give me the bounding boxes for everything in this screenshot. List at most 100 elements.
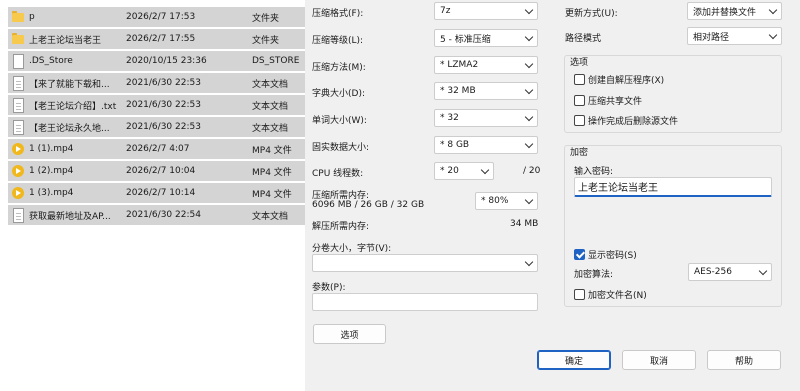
file-name: 获取最新地址及AP... (29, 211, 111, 222)
file-date: 2021/6/30 22:53 (126, 122, 201, 132)
format-value: 7z (440, 6, 451, 16)
method-value: * LZMA2 (440, 60, 479, 70)
word-label: 单词大小(W): (312, 116, 367, 126)
add-to-archive-dialog: 压缩格式(F): 7z 压缩等级(L): 5 - 标准压缩 压缩方法(M): *… (305, 0, 800, 391)
mem-comp-select[interactable]: * 80% (475, 192, 538, 210)
chevron-down-icon (524, 257, 534, 267)
password-input[interactable]: 上老王论坛当老王 (574, 177, 772, 197)
file-date: 2026/2/7 17:55 (126, 34, 196, 44)
mp4-icon (11, 164, 25, 178)
encryption-group-title: 加密 (570, 148, 589, 158)
file-date: 2020/10/15 23:36 (126, 56, 207, 66)
file-name: 1 (2).mp4 (29, 166, 74, 176)
file-row[interactable]: 1 (2).mp4 2026/2/7 10:04 MP4 文件 (8, 161, 305, 181)
path-select[interactable]: 相对路径 (687, 27, 782, 45)
file-type: 文件夹 (252, 35, 280, 46)
method-select[interactable]: * LZMA2 (434, 56, 538, 74)
file-type: 文本文档 (252, 123, 289, 134)
file-type: 文本文档 (252, 211, 289, 222)
volume-select[interactable] (312, 254, 538, 272)
options-group-title: 选项 (570, 58, 589, 68)
chevron-down-icon (524, 195, 534, 205)
algo-label: 加密算法: (574, 270, 614, 280)
file-name: 【老王论坛介绍】.txt (29, 101, 117, 112)
show-password-checkbox[interactable]: 显示密码(S) (574, 248, 637, 261)
file-type: MP4 文件 (252, 167, 292, 178)
chevron-down-icon (524, 59, 534, 69)
level-label: 压缩等级(L): (312, 36, 364, 46)
file-name: 【老王论坛永久地... (29, 123, 110, 134)
mem-comp-value: * 80% (481, 196, 509, 206)
file-type: 文本文档 (252, 79, 289, 90)
word-value: * 32 (440, 113, 459, 123)
file-row[interactable]: 上老王论坛当老王 2026/2/7 17:55 文件夹 (8, 29, 305, 49)
file-date: 2021/6/30 22:53 (126, 100, 201, 110)
mem-decomp-value: 34 MB (510, 219, 539, 229)
file-type: MP4 文件 (252, 189, 292, 200)
format-select[interactable]: 7z (434, 2, 538, 20)
file-row[interactable]: 【老王论坛永久地... 2021/6/30 22:53 文本文档 (8, 117, 305, 137)
chevron-down-icon (524, 5, 534, 15)
file-row[interactable]: 【老王论坛介绍】.txt 2021/6/30 22:53 文本文档 (8, 95, 305, 115)
cpu-value: * 20 (440, 166, 459, 176)
path-label: 路径模式 (565, 34, 602, 44)
file-row[interactable]: 获取最新地址及AP... 2021/6/30 22:54 文本文档 (8, 205, 305, 225)
solid-select[interactable]: * 8 GB (434, 136, 538, 154)
sfx-label: 创建自解压程序(X) (588, 76, 665, 86)
encrypt-names-checkbox[interactable]: 加密文件名(N) (574, 288, 647, 301)
checkbox-icon (574, 289, 585, 300)
file-row[interactable]: 1 (3).mp4 2026/2/7 10:14 MP4 文件 (8, 183, 305, 203)
update-select[interactable]: 添加并替换文件 (687, 2, 782, 20)
cpu-max: / 20 (523, 166, 541, 176)
algo-select[interactable]: AES-256 (688, 263, 772, 281)
file-row[interactable]: 1 (1).mp4 2026/2/7 4:07 MP4 文件 (8, 139, 305, 159)
cpu-select[interactable]: * 20 (434, 162, 494, 180)
file-row[interactable]: .DS_Store 2020/10/15 23:36 DS_STORE (8, 51, 305, 71)
sfx-checkbox[interactable]: 创建自解压程序(X) (574, 73, 664, 86)
dict-value: * 32 MB (440, 86, 476, 96)
chevron-down-icon (524, 32, 534, 42)
chevron-down-icon (524, 112, 534, 122)
cpu-label: CPU 线程数: (312, 169, 364, 179)
params-input[interactable] (312, 293, 538, 311)
file-type: 文本文档 (252, 101, 289, 112)
shared-label: 压缩共享文件 (588, 97, 643, 107)
file-name: 上老王论坛当老王 (29, 35, 102, 46)
file-list: p 2026/2/7 17:53 文件夹 上老王论坛当老王 2026/2/7 1… (0, 0, 305, 391)
format-label: 压缩格式(F): (312, 9, 364, 19)
password-label: 输入密码: (574, 167, 614, 177)
chevron-down-icon (768, 30, 778, 40)
dict-label: 字典大小(D): (312, 89, 365, 99)
file-name: .DS_Store (29, 56, 73, 66)
text-file-icon (11, 208, 25, 223)
word-select[interactable]: * 32 (434, 109, 538, 127)
ok-button[interactable]: 确定 (537, 350, 611, 370)
chevron-down-icon (758, 266, 768, 276)
volume-label: 分卷大小，字节(V): (312, 244, 392, 254)
file-date: 2026/2/7 4:07 (126, 144, 190, 154)
cancel-button[interactable]: 取消 (622, 350, 696, 370)
mem-comp-detail: 6096 MB / 26 GB / 32 GB (312, 200, 425, 210)
path-value: 相对路径 (693, 32, 730, 43)
encrypt-names-label: 加密文件名(N) (588, 291, 647, 301)
solid-label: 固实数据大小: (312, 143, 370, 153)
file-icon (11, 54, 25, 69)
options-button[interactable]: 选项 (313, 324, 386, 344)
mp4-icon (11, 142, 25, 156)
show-password-label: 显示密码(S) (588, 251, 637, 261)
dict-select[interactable]: * 32 MB (434, 82, 538, 100)
level-select[interactable]: 5 - 标准压缩 (434, 29, 538, 47)
shared-checkbox[interactable]: 压缩共享文件 (574, 94, 642, 107)
checkbox-icon (574, 115, 585, 126)
algo-value: AES-256 (694, 267, 732, 277)
file-name: 【来了就能下载和... (29, 79, 110, 90)
file-row[interactable]: p 2026/2/7 17:53 文件夹 (8, 7, 305, 27)
mp4-icon (11, 186, 25, 200)
file-date: 2026/2/7 10:14 (126, 188, 196, 198)
file-name: 1 (3).mp4 (29, 188, 74, 198)
solid-value: * 8 GB (440, 140, 470, 150)
file-row[interactable]: 【来了就能下载和... 2021/6/30 22:53 文本文档 (8, 73, 305, 93)
file-date: 2021/6/30 22:53 (126, 78, 201, 88)
help-button[interactable]: 帮助 (707, 350, 781, 370)
delete-checkbox[interactable]: 操作完成后删除源文件 (574, 114, 678, 127)
